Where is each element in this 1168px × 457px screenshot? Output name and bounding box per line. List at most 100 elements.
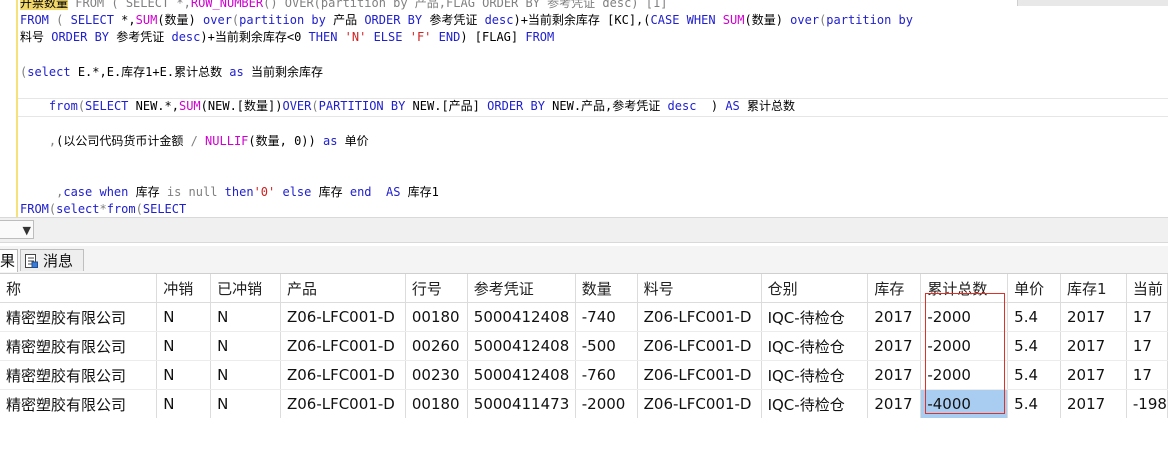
table-cell[interactable]: Z06-LFC001-D [637, 302, 762, 332]
table-cell[interactable]: Z06-LFC001-D [280, 389, 406, 418]
table-cell[interactable]: 2017 [867, 302, 922, 332]
table-row[interactable]: 精密塑胶有限公司 N N Z06-LFC001-D 00180 5000411473 -20… [0, 389, 1168, 418]
code-line[interactable]: FROM(select*from(SELECT [20, 201, 186, 217]
column-header[interactable]: 冲销 [156, 274, 212, 303]
table-cell[interactable]: -2000 [575, 389, 638, 418]
table-cell[interactable]: 2017 [867, 331, 922, 361]
table-cell[interactable]: 精密塑胶有限公司 [0, 360, 158, 390]
code-line[interactable]: ,(以公司代码货币计金额 / NULLIF(数量, 0)) as 单价 [20, 133, 369, 149]
table-cell[interactable]: Z06-LFC001-D [280, 360, 406, 390]
editor-top-scroll-region[interactable] [1017, 0, 1168, 6]
code-line[interactable]: (select E.*,E.库存1+E.累计总数 as 当前剩余库存 [20, 64, 323, 80]
table-cell[interactable]: 00230 [405, 360, 468, 390]
table-cell[interactable]: -500 [575, 331, 638, 361]
code-line[interactable]: 开票数量 FROM ( SELECT *,ROW_NUMBER() OVER(p… [20, 0, 667, 11]
table-cell[interactable]: 17 [1126, 302, 1168, 332]
code-token: SUM [135, 13, 158, 28]
zoom-dropdown[interactable]: ▼ [0, 220, 34, 239]
column-header[interactable]: 当前 [1126, 274, 1168, 303]
table-cell[interactable]: 17 [1126, 360, 1168, 390]
column-header[interactable]: 累计总数 [920, 274, 1009, 303]
table-cell[interactable]: N [156, 331, 212, 361]
tab-messages-label: 消息 [43, 252, 74, 270]
code-token: / [190, 133, 198, 148]
column-header[interactable]: 数量 [575, 274, 638, 303]
table-cell[interactable]: IQC-待检仓 [761, 389, 869, 418]
table-cell[interactable]: 5.4 [1007, 360, 1062, 390]
code-token: END [438, 30, 461, 45]
column-header[interactable]: 产品 [280, 274, 406, 303]
table-cell[interactable]: Z06-LFC001-D [637, 331, 762, 361]
table-cell[interactable]: 17 [1126, 331, 1168, 361]
table-cell[interactable]: 5.4 [1007, 302, 1062, 332]
table-cell[interactable]: Z06-LFC001-D [637, 360, 762, 390]
tab-messages[interactable]: 消息 [20, 249, 84, 271]
table-cell[interactable]: IQC-待检仓 [761, 331, 869, 361]
table-cell[interactable]: -4000 [920, 389, 1009, 418]
table-cell[interactable]: IQC-待检仓 [761, 360, 869, 390]
code-token: '0' [253, 185, 276, 200]
table-cell[interactable]: 00260 [405, 331, 468, 361]
table-row[interactable]: 精密塑胶有限公司 N N Z06-LFC001-D 00230 5000412408 -76… [0, 360, 1168, 390]
table-cell[interactable]: 2017 [1060, 360, 1127, 390]
table-cell[interactable]: 精密塑胶有限公司 [0, 389, 158, 418]
code-token: 'F' [409, 30, 432, 45]
code-token: SELECT [142, 202, 187, 217]
table-cell[interactable]: 5000412408 [467, 302, 576, 332]
column-header[interactable]: 已冲销 [210, 274, 281, 303]
table-cell[interactable]: -198 [1126, 389, 1168, 418]
table-cell[interactable]: 2017 [867, 389, 922, 418]
table-cell[interactable]: -2000 [920, 331, 1009, 361]
code-token: (数量, 0)) [248, 133, 323, 148]
table-cell[interactable]: N [210, 360, 281, 390]
column-header[interactable]: 参考凭证 [467, 274, 576, 303]
table-cell[interactable]: 5.4 [1007, 389, 1062, 418]
results-grid[interactable]: 称冲销 已冲销 产品 行号 参考凭证 数量 料号 仓别 库存 累计总数 单价 库存1 当前 精密塑胶有限… [0, 274, 1168, 418]
table-cell[interactable]: -2000 [920, 360, 1009, 390]
table-cell[interactable]: 2017 [1060, 302, 1127, 332]
code-token: (数量) [744, 13, 791, 28]
table-cell[interactable]: 2017 [867, 360, 922, 390]
tab-results[interactable]: 果 [0, 249, 18, 272]
table-cell[interactable]: N [210, 389, 281, 418]
table-cell[interactable]: -2000 [920, 302, 1009, 332]
sql-editor[interactable]: 开票数量 FROM ( SELECT *,ROW_NUMBER() OVER(p… [0, 0, 1168, 217]
table-cell[interactable]: -760 [575, 360, 638, 390]
table-cell[interactable]: 5000412408 [467, 331, 576, 361]
table-cell[interactable]: -740 [575, 302, 638, 332]
table-cell[interactable]: 2017 [1060, 389, 1127, 418]
table-row[interactable]: 精密塑胶有限公司 N N Z06-LFC001-D 00180 5000412408 -74… [0, 302, 1168, 332]
editor-results-splitter[interactable]: ▼ [0, 217, 1168, 243]
column-header[interactable]: 单价 [1007, 274, 1062, 303]
code-line[interactable]: ,case when 库存 is null then'0' else 库存 en… [20, 184, 439, 200]
code-line[interactable]: FROM ( SELECT *,SUM(数量) over(partition b… [20, 12, 913, 28]
table-cell[interactable]: N [210, 331, 281, 361]
table-cell[interactable]: Z06-LFC001-D [280, 331, 406, 361]
column-header[interactable]: 库存 [867, 274, 922, 303]
column-header[interactable]: 库存1 [1060, 274, 1127, 303]
table-cell[interactable]: 5000411473 [467, 389, 576, 418]
table-cell[interactable]: N [156, 360, 212, 390]
table-cell[interactable]: Z06-LFC001-D [280, 302, 406, 332]
code-token: AS [725, 99, 740, 114]
table-cell[interactable]: Z06-LFC001-D [637, 389, 762, 418]
table-cell[interactable]: 5000412408 [467, 360, 576, 390]
code-line[interactable]: from(SELECT NEW.*,SUM(NEW.[数量])OVER(PART… [20, 98, 795, 114]
table-cell[interactable]: 精密塑胶有限公司 [0, 331, 158, 361]
column-header[interactable]: 行号 [405, 274, 468, 303]
column-header[interactable]: 料号 [637, 274, 762, 303]
code-line[interactable]: 料号 ORDER BY 参考凭证 desc)+当前剩余库存<0 THEN 'N'… [20, 29, 554, 45]
table-cell[interactable]: 精密塑胶有限公司 [0, 302, 158, 332]
column-header[interactable]: 仓别 [761, 274, 869, 303]
table-cell[interactable]: N [210, 302, 281, 332]
table-cell[interactable]: N [156, 389, 212, 418]
table-cell[interactable]: 5.4 [1007, 331, 1062, 361]
table-cell[interactable]: 2017 [1060, 331, 1127, 361]
table-cell[interactable]: 00180 [405, 302, 468, 332]
table-cell[interactable]: 00180 [405, 389, 468, 418]
table-cell[interactable]: IQC-待检仓 [761, 302, 869, 332]
table-cell[interactable]: N [156, 302, 212, 332]
column-header[interactable]: 称 [0, 274, 158, 303]
table-row[interactable]: 精密塑胶有限公司 N N Z06-LFC001-D 00260 5000412408 -50… [0, 331, 1168, 361]
